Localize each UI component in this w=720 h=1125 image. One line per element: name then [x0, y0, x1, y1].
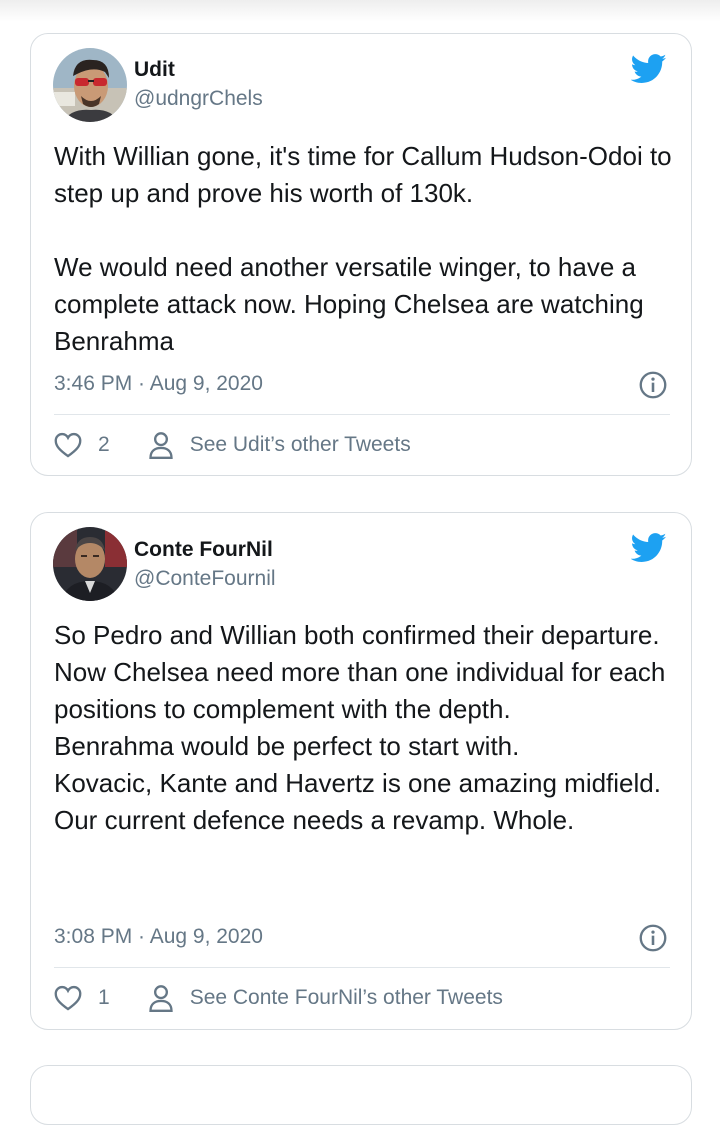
heart-icon[interactable]: [54, 432, 82, 458]
avatar[interactable]: [53, 48, 127, 122]
tweet-paragraph: So Pedro and Willian both confirmed thei…: [54, 620, 660, 650]
display-name[interactable]: Conte FourNil: [134, 538, 273, 562]
tweet-text[interactable]: With Willian gone, it's time for Callum …: [54, 138, 674, 360]
tweet-card[interactable]: Conte FourNil @ConteFournil So Pedro and…: [30, 512, 692, 1030]
see-other-tweets-link[interactable]: See Udit’s other Tweets: [190, 433, 411, 457]
display-name[interactable]: Udit: [134, 58, 175, 82]
divider: [54, 414, 670, 415]
tweet-card[interactable]: Udit @udngrChels With Willian gone, it's…: [30, 33, 692, 476]
twitter-bird-icon[interactable]: [631, 54, 667, 84]
tweet-actions: 1 See Conte FourNil’s other Tweets: [54, 983, 503, 1013]
twitter-bird-icon[interactable]: [631, 533, 667, 563]
heart-icon[interactable]: [54, 985, 82, 1011]
like-count[interactable]: 1: [98, 986, 110, 1010]
user-handle[interactable]: @ConteFournil: [134, 567, 276, 591]
tweet-timestamp[interactable]: 3:08 PM · Aug 9, 2020: [54, 925, 263, 949]
person-icon[interactable]: [148, 984, 174, 1012]
like-count[interactable]: 2: [98, 433, 110, 457]
info-icon[interactable]: [639, 371, 667, 399]
avatar-image: [53, 527, 127, 601]
tweet-card-partial[interactable]: [30, 1065, 692, 1125]
divider: [54, 967, 670, 968]
see-other-tweets-link[interactable]: See Conte FourNil’s other Tweets: [190, 986, 503, 1010]
tweet-paragraph: Now Chelsea need more than one individua…: [54, 657, 666, 724]
info-icon[interactable]: [639, 924, 667, 952]
top-shadow: [0, 0, 720, 22]
tweet-actions: 2 See Udit’s other Tweets: [54, 430, 411, 460]
person-icon[interactable]: [148, 431, 174, 459]
avatar[interactable]: [53, 527, 127, 601]
tweet-paragraph: With Willian gone, it's time for Callum …: [54, 141, 672, 208]
tweet-paragraph: We would need another versatile winger, …: [54, 252, 644, 356]
avatar-image: [53, 48, 127, 122]
tweet-paragraph: Our current defence needs a revamp. Whol…: [54, 805, 575, 835]
tweet-timestamp[interactable]: 3:46 PM · Aug 9, 2020: [54, 372, 263, 396]
paragraph-break: [54, 212, 674, 249]
tweet-paragraph: Benrahma would be perfect to start with.: [54, 731, 520, 761]
user-handle[interactable]: @udngrChels: [134, 87, 263, 111]
tweet-paragraph: Kovacic, Kante and Havertz is one amazin…: [54, 768, 661, 798]
tweet-text[interactable]: So Pedro and Willian both confirmed thei…: [54, 617, 674, 839]
